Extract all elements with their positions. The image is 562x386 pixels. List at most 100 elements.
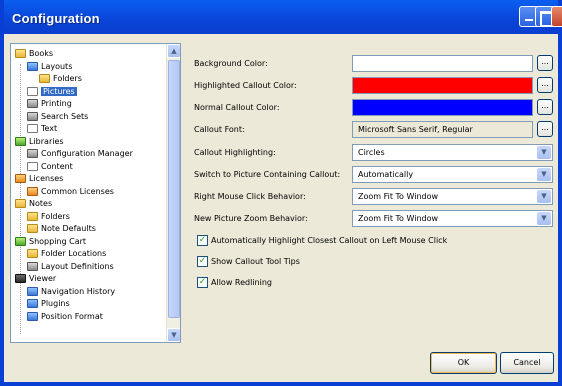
checkmark-icon[interactable]: ✓ <box>197 235 208 246</box>
shopping-cart-icon <box>15 236 26 246</box>
tree-item-label: Content <box>41 161 73 171</box>
scroll-down-button[interactable]: ▼ <box>167 328 180 342</box>
callout-highlighting-select[interactable]: Circles ▼ <box>352 144 553 161</box>
callout-font-label: Callout Font: <box>194 125 245 134</box>
note-defaults-icon <box>27 224 38 233</box>
position-format-icon <box>27 311 38 321</box>
tree-item-label: Navigation History <box>41 286 116 296</box>
chevron-down-icon[interactable]: ▼ <box>537 146 551 159</box>
licenses-icon <box>15 174 26 183</box>
tree-item-label: Folders <box>53 74 82 83</box>
configuration-manager-icon <box>27 149 38 158</box>
highlighted-color-browse-button[interactable]: ... <box>537 77 553 93</box>
tree-item[interactable]: Licenses <box>15 173 63 184</box>
viewer-icon <box>15 274 26 283</box>
folders-icon <box>27 211 38 221</box>
tree-item[interactable]: Navigation History <box>27 286 115 297</box>
tree-item[interactable]: Text <box>27 123 57 134</box>
normal-callout-color-swatch[interactable] <box>352 99 533 116</box>
scroll-up-button[interactable]: ▲ <box>167 44 180 58</box>
auto-highlight-checkbox[interactable]: ✓ Automatically Highlight Closest Callout… <box>197 235 447 247</box>
ok-button[interactable]: OK <box>430 352 497 374</box>
allow-redlining-label: Allow Redlining <box>211 278 272 287</box>
tree-item[interactable]: Note Defaults <box>27 223 96 234</box>
tree-item-label: Common Licenses <box>41 186 114 196</box>
tree-item[interactable]: Printing <box>27 98 72 109</box>
tree-item-label: Plugins <box>41 299 70 308</box>
show-tooltips-checkbox[interactable]: ✓ Show Callout Tool Tips <box>197 256 300 268</box>
layout-definitions-icon <box>27 261 38 271</box>
tree-item[interactable]: Notes <box>15 198 52 209</box>
checkmark-icon[interactable]: ✓ <box>197 277 208 288</box>
tree-scrollbar[interactable]: ▲ ▼ <box>166 44 180 342</box>
tree-item[interactable]: Pictures <box>27 86 77 97</box>
tree-item-label: Layouts <box>41 61 73 71</box>
tree-item-label: Notes <box>29 199 53 208</box>
tree-item[interactable]: Libraries <box>15 136 64 147</box>
checkmark-icon[interactable]: ✓ <box>197 256 208 267</box>
allow-redlining-checkbox[interactable]: ✓ Allow Redlining <box>197 277 272 289</box>
tree-item[interactable]: Layout Definitions <box>27 261 114 272</box>
new-picture-zoom-label: New Picture Zoom Behavior: <box>194 214 308 223</box>
highlighted-callout-color-label: Highlighted Callout Color: <box>194 81 297 90</box>
tree-item[interactable]: Shopping Cart <box>15 236 86 247</box>
tree-item[interactable]: Folders <box>39 73 82 84</box>
switch-picture-select[interactable]: Automatically ▼ <box>352 166 553 183</box>
tree-item-label: Position Format <box>41 311 103 321</box>
plugins-icon <box>27 299 38 308</box>
tree-item[interactable]: Position Format <box>27 311 103 322</box>
navigation-history-icon <box>27 286 38 296</box>
tree-item[interactable]: Layouts <box>27 61 72 72</box>
chevron-down-icon[interactable]: ▼ <box>537 190 551 203</box>
new-picture-zoom-select[interactable]: Zoom Fit To Window ▼ <box>352 210 553 227</box>
new-picture-zoom-value: Zoom Fit To Window <box>358 214 439 223</box>
normal-color-browse-button[interactable]: ... <box>537 99 553 115</box>
chevron-down-icon[interactable]: ▼ <box>537 168 551 181</box>
right-click-behavior-select[interactable]: Zoom Fit To Window ▼ <box>352 188 553 205</box>
tree-item[interactable]: Books <box>15 48 53 59</box>
tree-items: Books Layouts Folders Pictures Printing Searc… <box>11 44 167 342</box>
folders-icon <box>39 74 50 83</box>
libraries-icon <box>15 136 26 146</box>
tree-item-label: Shopping Cart <box>29 236 87 246</box>
tree-item-label: Pictures <box>41 86 77 96</box>
tree-item[interactable]: Viewer <box>15 273 56 284</box>
tree-item[interactable]: Common Licenses <box>27 186 114 197</box>
background-color-browse-button[interactable]: ... <box>537 55 553 71</box>
tree-item[interactable]: Search Sets <box>27 111 88 122</box>
notes-icon <box>15 199 26 208</box>
tree-item[interactable]: Content <box>27 161 73 172</box>
key-icon <box>27 186 38 196</box>
pictures-icon <box>27 86 38 96</box>
highlighted-callout-color-swatch[interactable] <box>352 77 533 94</box>
close-button[interactable] <box>551 6 562 27</box>
folders-icon <box>27 249 38 258</box>
layouts-icon <box>27 61 38 71</box>
right-click-behavior-label: Right Mouse Click Behavior: <box>194 192 306 201</box>
dialog-client-area: Books Layouts Folders Pictures Printing Searc… <box>4 34 558 382</box>
cancel-button[interactable]: Cancel <box>500 352 554 374</box>
tree-item-label: Licenses <box>29 174 64 183</box>
text-icon <box>27 124 38 133</box>
callout-highlighting-label: Callout Highlighting: <box>194 148 276 157</box>
title-bar[interactable]: Configuration <box>4 0 562 34</box>
category-tree[interactable]: Books Layouts Folders Pictures Printing Searc… <box>10 43 181 343</box>
background-color-swatch[interactable] <box>352 55 533 72</box>
tree-item[interactable]: Folders <box>27 211 70 222</box>
chevron-down-icon[interactable]: ▼ <box>537 212 551 225</box>
tree-item-label: Configuration Manager <box>41 149 133 158</box>
tree-item[interactable]: Folder Locations <box>27 248 106 259</box>
callout-font-field: Microsoft Sans Serif, Regular <box>352 121 533 138</box>
tree-item-label: Folder Locations <box>41 249 107 258</box>
content-icon <box>27 161 38 171</box>
tree-item[interactable]: Plugins <box>27 298 70 309</box>
scroll-thumb[interactable] <box>168 60 180 318</box>
window-title: Configuration <box>12 11 100 26</box>
printer-icon <box>27 99 38 108</box>
tree-item[interactable]: Configuration Manager <box>27 148 133 159</box>
normal-callout-color-label: Normal Callout Color: <box>194 103 280 112</box>
switch-picture-label: Switch to Picture Containing Callout: <box>194 170 341 179</box>
right-click-behavior-value: Zoom Fit To Window <box>358 192 439 201</box>
callout-font-browse-button[interactable]: ... <box>537 121 553 137</box>
show-tooltips-label: Show Callout Tool Tips <box>211 257 300 266</box>
